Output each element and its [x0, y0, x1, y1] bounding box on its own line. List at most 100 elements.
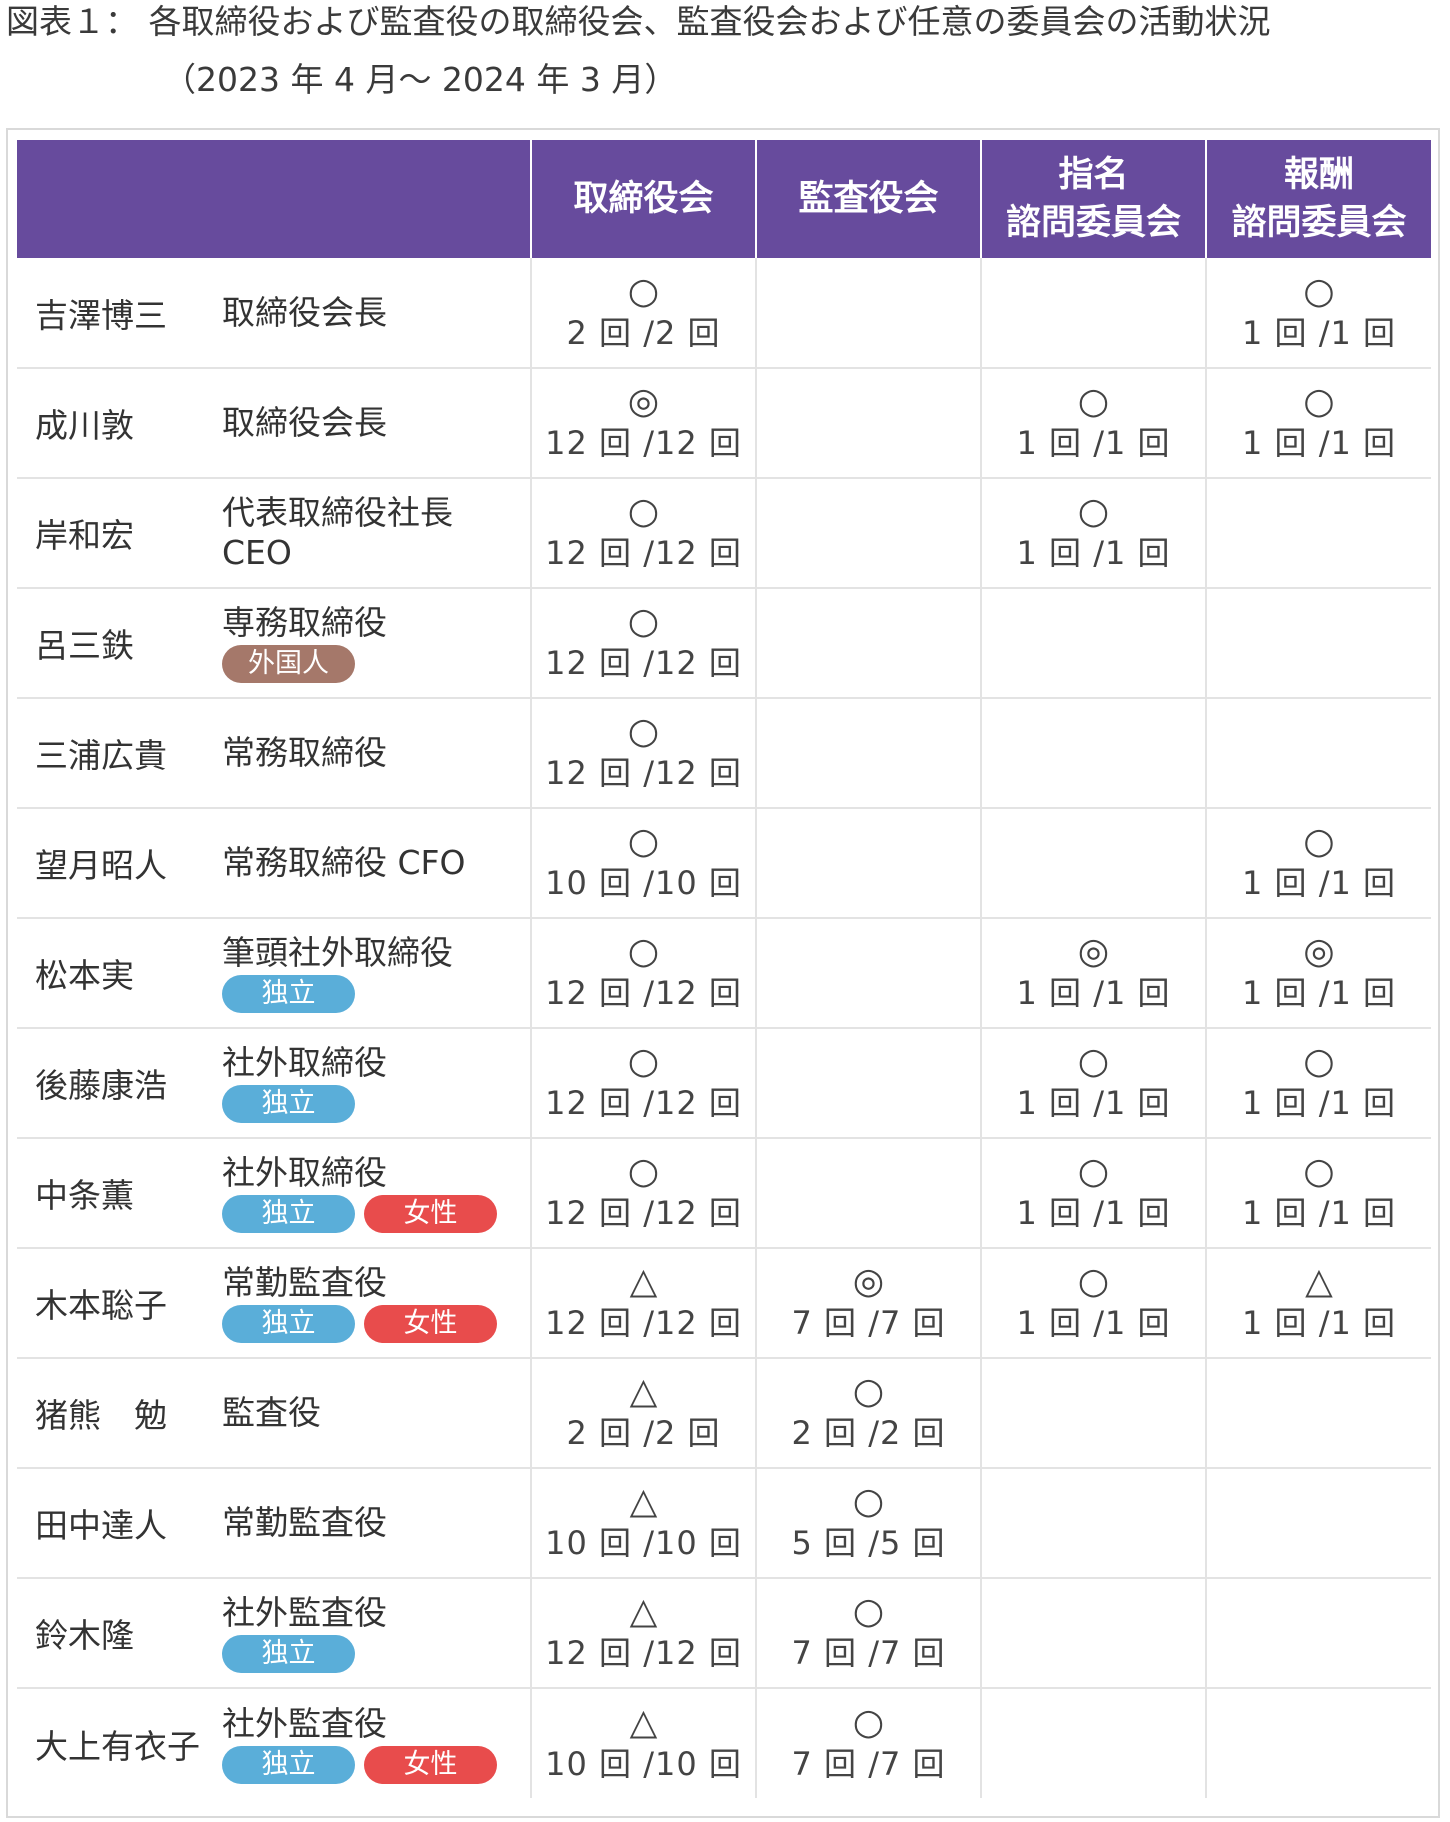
member-role: 社外取締役 [222, 1043, 387, 1082]
member-role-cell: 常勤監査役 独立 女性 [222, 1248, 531, 1359]
figure-title: 図表１： 各取締役および監査役の取締役会、監査役会および任意の委員会の活動状況 [6, 2, 1271, 41]
attendance-cell-compensation-committee: ○ 1 回 /1 回 [1205, 1028, 1431, 1139]
attendance-cell-nomination-committee: ○ 1 回 /1 回 [980, 478, 1206, 589]
attendance-mark: ○ [627, 270, 660, 312]
attendance-cell-compensation-committee [1205, 1688, 1431, 1798]
table-row: 鈴木隆 社外監査役 独立 △ 12 回 /12 回 ○ 7 回 /7 回 [17, 1578, 1431, 1689]
attribute-badges: 独立 女性 [222, 1195, 530, 1233]
table-row: 三浦広貴 常務取締役 ○ 12 回 /12 回 [17, 698, 1431, 809]
attendance-count: 7 回 /7 回 [791, 1744, 946, 1783]
attendance-count: 12 回 /12 回 [545, 644, 742, 682]
attendance-mark: ○ [627, 711, 660, 752]
header-board: 取締役会 [530, 140, 756, 258]
member-name: 田中達人 [17, 1468, 222, 1579]
attribute-badge: 独立 [222, 1085, 355, 1123]
attendance-cell-compensation-committee: ○ 1 回 /1 回 [1205, 808, 1431, 919]
attribute-badge: 独立 [222, 975, 355, 1013]
attendance-cell-compensation-committee [1205, 478, 1431, 589]
attendance-count: 12 回 /12 回 [545, 424, 742, 462]
table-row: 猪熊 勉監査役 △ 2 回 /2 回 ○ 2 回 /2 回 [17, 1358, 1431, 1469]
attendance-mark: ○ [627, 931, 660, 972]
header-label: 監査役会 [798, 179, 939, 219]
attendance-count: 12 回 /12 回 [545, 974, 742, 1012]
attendance-mark: ○ [1303, 821, 1335, 862]
header-label: 指名 諮問委員会 [1005, 155, 1181, 243]
attribute-badge: 独立 [222, 1305, 355, 1343]
attendance-count: 1 回 /1 回 [1016, 1194, 1171, 1232]
attendance-count: 7 回 /7 回 [791, 1304, 946, 1342]
attendance-count: 12 回 /12 回 [545, 534, 742, 572]
attendance-cell-audit-board [755, 918, 981, 1029]
table-row: 田中達人 常勤監査役 △ 10 回 /10 回 ○ 5 回 /5 回 [17, 1468, 1431, 1579]
member-role: 取締役会長 [222, 292, 387, 332]
table-row: 後藤康浩 社外取締役 独立 ○ 12 回 /12 回 ○ 1 回 /1 回 ○ 1 回 /1 回 [17, 1028, 1431, 1139]
member-role: 常務取締役 [222, 733, 387, 772]
attendance-cell-board: ◎ 12 回 /12 回 [530, 368, 756, 479]
attendance-cell-audit-board: ○ 5 回 /5 回 [755, 1468, 981, 1579]
attendance-cell-board: △ 10 回 /10 回 [530, 1468, 756, 1579]
attendance-cell-compensation-committee [1205, 1578, 1431, 1689]
attendance-mark: ○ [627, 601, 660, 642]
figure-period: （2023 年 4 月〜 2024 年 3 月） [163, 60, 678, 99]
attendance-mark: ◎ [1077, 931, 1110, 972]
attendance-mark: ○ [852, 1591, 885, 1632]
attendance-mark: △ [629, 1591, 658, 1632]
attendance-cell-audit-board: ○ 7 回 /7 回 [755, 1688, 981, 1798]
member-role: 監査役 [222, 1393, 321, 1432]
attendance-cell-nomination-committee [980, 1578, 1206, 1689]
member-name: 成川敦 [17, 368, 222, 479]
attendance-cell-board: ○ 2 回 /2 回 [530, 258, 756, 369]
member-role: 常勤監査役 [222, 1263, 387, 1302]
member-name: 岸和宏 [17, 478, 222, 589]
attendance-cell-board: ○ 12 回 /12 回 [530, 1138, 756, 1249]
attendance-count: 1 回 /1 回 [1241, 424, 1397, 462]
attendance-cell-compensation-committee: ◎ 1 回 /1 回 [1205, 918, 1431, 1029]
attribute-badge: 独立 [222, 1745, 355, 1784]
attendance-cell-board: ○ 12 回 /12 回 [530, 918, 756, 1029]
attendance-mark: ○ [1303, 1041, 1335, 1082]
attribute-badge: 女性 [364, 1745, 497, 1784]
table-row: 望月昭人 常務取締役 CFO ○ 10 回 /10 回 ○ 1 回 /1 回 [17, 808, 1431, 919]
attendance-count: 12 回 /12 回 [545, 754, 742, 792]
member-name: 鈴木隆 [17, 1578, 222, 1689]
attendance-count: 1 回 /1 回 [1016, 974, 1171, 1012]
attribute-badge: 独立 [222, 1635, 355, 1673]
member-role-cell: 常務取締役 [222, 698, 531, 809]
attendance-cell-audit-board [755, 698, 981, 809]
attendance-cell-board: ○ 12 回 /12 回 [530, 588, 756, 699]
attendance-count: 12 回 /12 回 [545, 1634, 742, 1672]
member-role: 常勤監査役 [222, 1503, 387, 1542]
header-nomination-committee: 指名 諮問委員会 [980, 140, 1206, 258]
member-role-cell: 取締役会長 [222, 258, 531, 369]
member-role-cell: 常勤監査役 [222, 1468, 531, 1579]
attendance-count: 2 回 /2 回 [791, 1414, 946, 1452]
attribute-badge: 外国人 [222, 645, 355, 683]
attendance-cell-compensation-committee [1205, 588, 1431, 699]
table-row: 吉澤博三 取締役会長 ○ 2 回 /2 回 ○ 1 回 /1 回 [17, 258, 1431, 369]
attendance-cell-nomination-committee [980, 588, 1206, 699]
attendance-cell-board: △ 12 回 /12 回 [530, 1248, 756, 1359]
attendance-mark: ○ [1077, 1041, 1110, 1082]
attendance-cell-audit-board [755, 1138, 981, 1249]
attendance-cell-compensation-committee [1205, 698, 1431, 809]
table-row: 松本実 筆頭社外取締役 独立 ○ 12 回 /12 回 ◎ 1 回 /1 回 ◎ 1 回 /1 … [17, 918, 1431, 1029]
attendance-cell-audit-board [755, 1028, 981, 1139]
attendance-cell-audit-board [755, 808, 981, 919]
member-role-cell: 常務取締役 CFO [222, 808, 531, 919]
attendance-cell-nomination-committee: ○ 1 回 /1 回 [980, 1248, 1206, 1359]
attribute-badges: 外国人 [222, 645, 530, 683]
attribute-badge: 女性 [364, 1195, 497, 1233]
attendance-mark: ○ [1077, 1151, 1110, 1192]
attendance-cell-nomination-committee: ◎ 1 回 /1 回 [980, 918, 1206, 1029]
attendance-cell-nomination-committee: ○ 1 回 /1 回 [980, 1028, 1206, 1139]
member-role: 筆頭社外取締役 [222, 933, 453, 972]
attendance-count: 10 回 /10 回 [545, 864, 742, 902]
attendance-cell-audit-board [755, 478, 981, 589]
attendance-mark: ○ [1303, 381, 1335, 422]
attribute-badges: 独立 [222, 1085, 530, 1123]
attendance-cell-nomination-committee [980, 808, 1206, 919]
attendance-mark: ○ [627, 821, 660, 862]
attendance-count: 1 回 /1 回 [1241, 1194, 1397, 1232]
attendance-count: 1 回 /1 回 [1016, 1084, 1171, 1122]
attendance-mark: ○ [852, 1481, 885, 1522]
